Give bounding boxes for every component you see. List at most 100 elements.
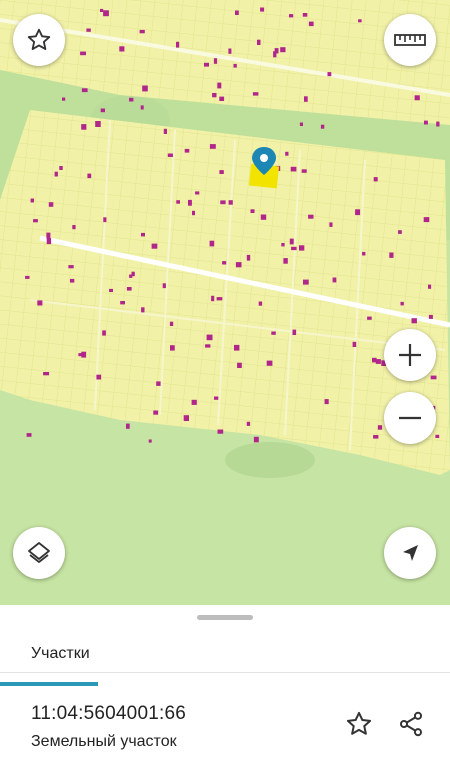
building [68,265,74,269]
building [289,14,294,18]
building [260,214,267,220]
building [320,124,325,129]
building [302,13,308,17]
building [217,82,222,89]
building [332,277,337,283]
ruler-icon [394,34,426,46]
building [303,279,309,285]
zoom-in-button[interactable] [384,329,436,381]
building [436,121,440,127]
building [103,217,107,223]
tab-parcels[interactable]: Участки [0,623,100,686]
building [100,8,104,12]
building [141,232,145,237]
building [220,200,226,205]
building [170,345,175,351]
building [191,399,197,405]
building [142,85,148,92]
building [81,88,88,93]
building [428,314,433,319]
building [367,316,372,320]
building [290,166,297,172]
share-icon [399,711,423,737]
building [228,48,232,54]
building [400,301,404,306]
building [54,171,58,177]
building [280,47,286,53]
sheet-drag-handle[interactable] [197,615,253,620]
building [176,200,180,204]
layers-icon [28,542,50,563]
building [109,288,113,292]
building [192,210,195,216]
building [219,96,225,101]
building [222,261,227,265]
building [324,399,329,405]
building [246,421,251,426]
map-canvas[interactable] [0,0,450,605]
map-view[interactable] [0,0,450,605]
building [258,301,263,306]
building [430,375,437,380]
building [358,19,362,23]
building [246,254,251,261]
building [271,331,276,335]
building [301,169,307,173]
measure-button[interactable] [384,14,436,66]
building [126,423,130,429]
plus-icon [399,344,421,366]
building [151,243,158,249]
building [327,72,332,77]
building [59,166,63,170]
building [260,7,265,12]
building [398,230,402,234]
tab-active-indicator [0,682,98,686]
building [212,93,217,98]
building [46,238,52,245]
building [153,410,159,415]
share-button[interactable] [394,707,428,741]
building [139,29,145,34]
favorite-button[interactable] [13,14,65,66]
building [252,92,259,96]
building [148,439,152,443]
building [414,95,420,101]
building [162,283,166,289]
parcel-type: Земельный участок [31,733,177,750]
building [100,108,105,113]
building [30,198,34,203]
building [204,62,209,67]
building [235,262,242,268]
building [214,396,219,400]
navigation-arrow-icon [403,545,418,561]
building [355,209,361,216]
building [206,334,213,341]
building [289,238,294,245]
building [257,39,261,45]
layers-button[interactable] [13,527,65,579]
building [209,240,215,247]
building [140,105,144,110]
building [176,41,180,48]
building [283,258,288,264]
building [435,434,440,438]
building [266,360,273,366]
building [423,217,430,223]
favorite-parcel-button[interactable] [342,707,376,741]
building [273,51,277,58]
building [184,148,190,153]
building [211,295,215,302]
building [81,351,87,358]
building [291,246,297,251]
building [25,275,30,279]
locate-button[interactable] [384,527,436,579]
building [102,330,106,336]
building [213,58,218,64]
building [235,10,239,15]
building [26,433,32,437]
building [217,429,224,434]
building [375,359,381,364]
building [183,415,189,421]
building [48,202,54,207]
zoom-out-button[interactable] [384,392,436,444]
